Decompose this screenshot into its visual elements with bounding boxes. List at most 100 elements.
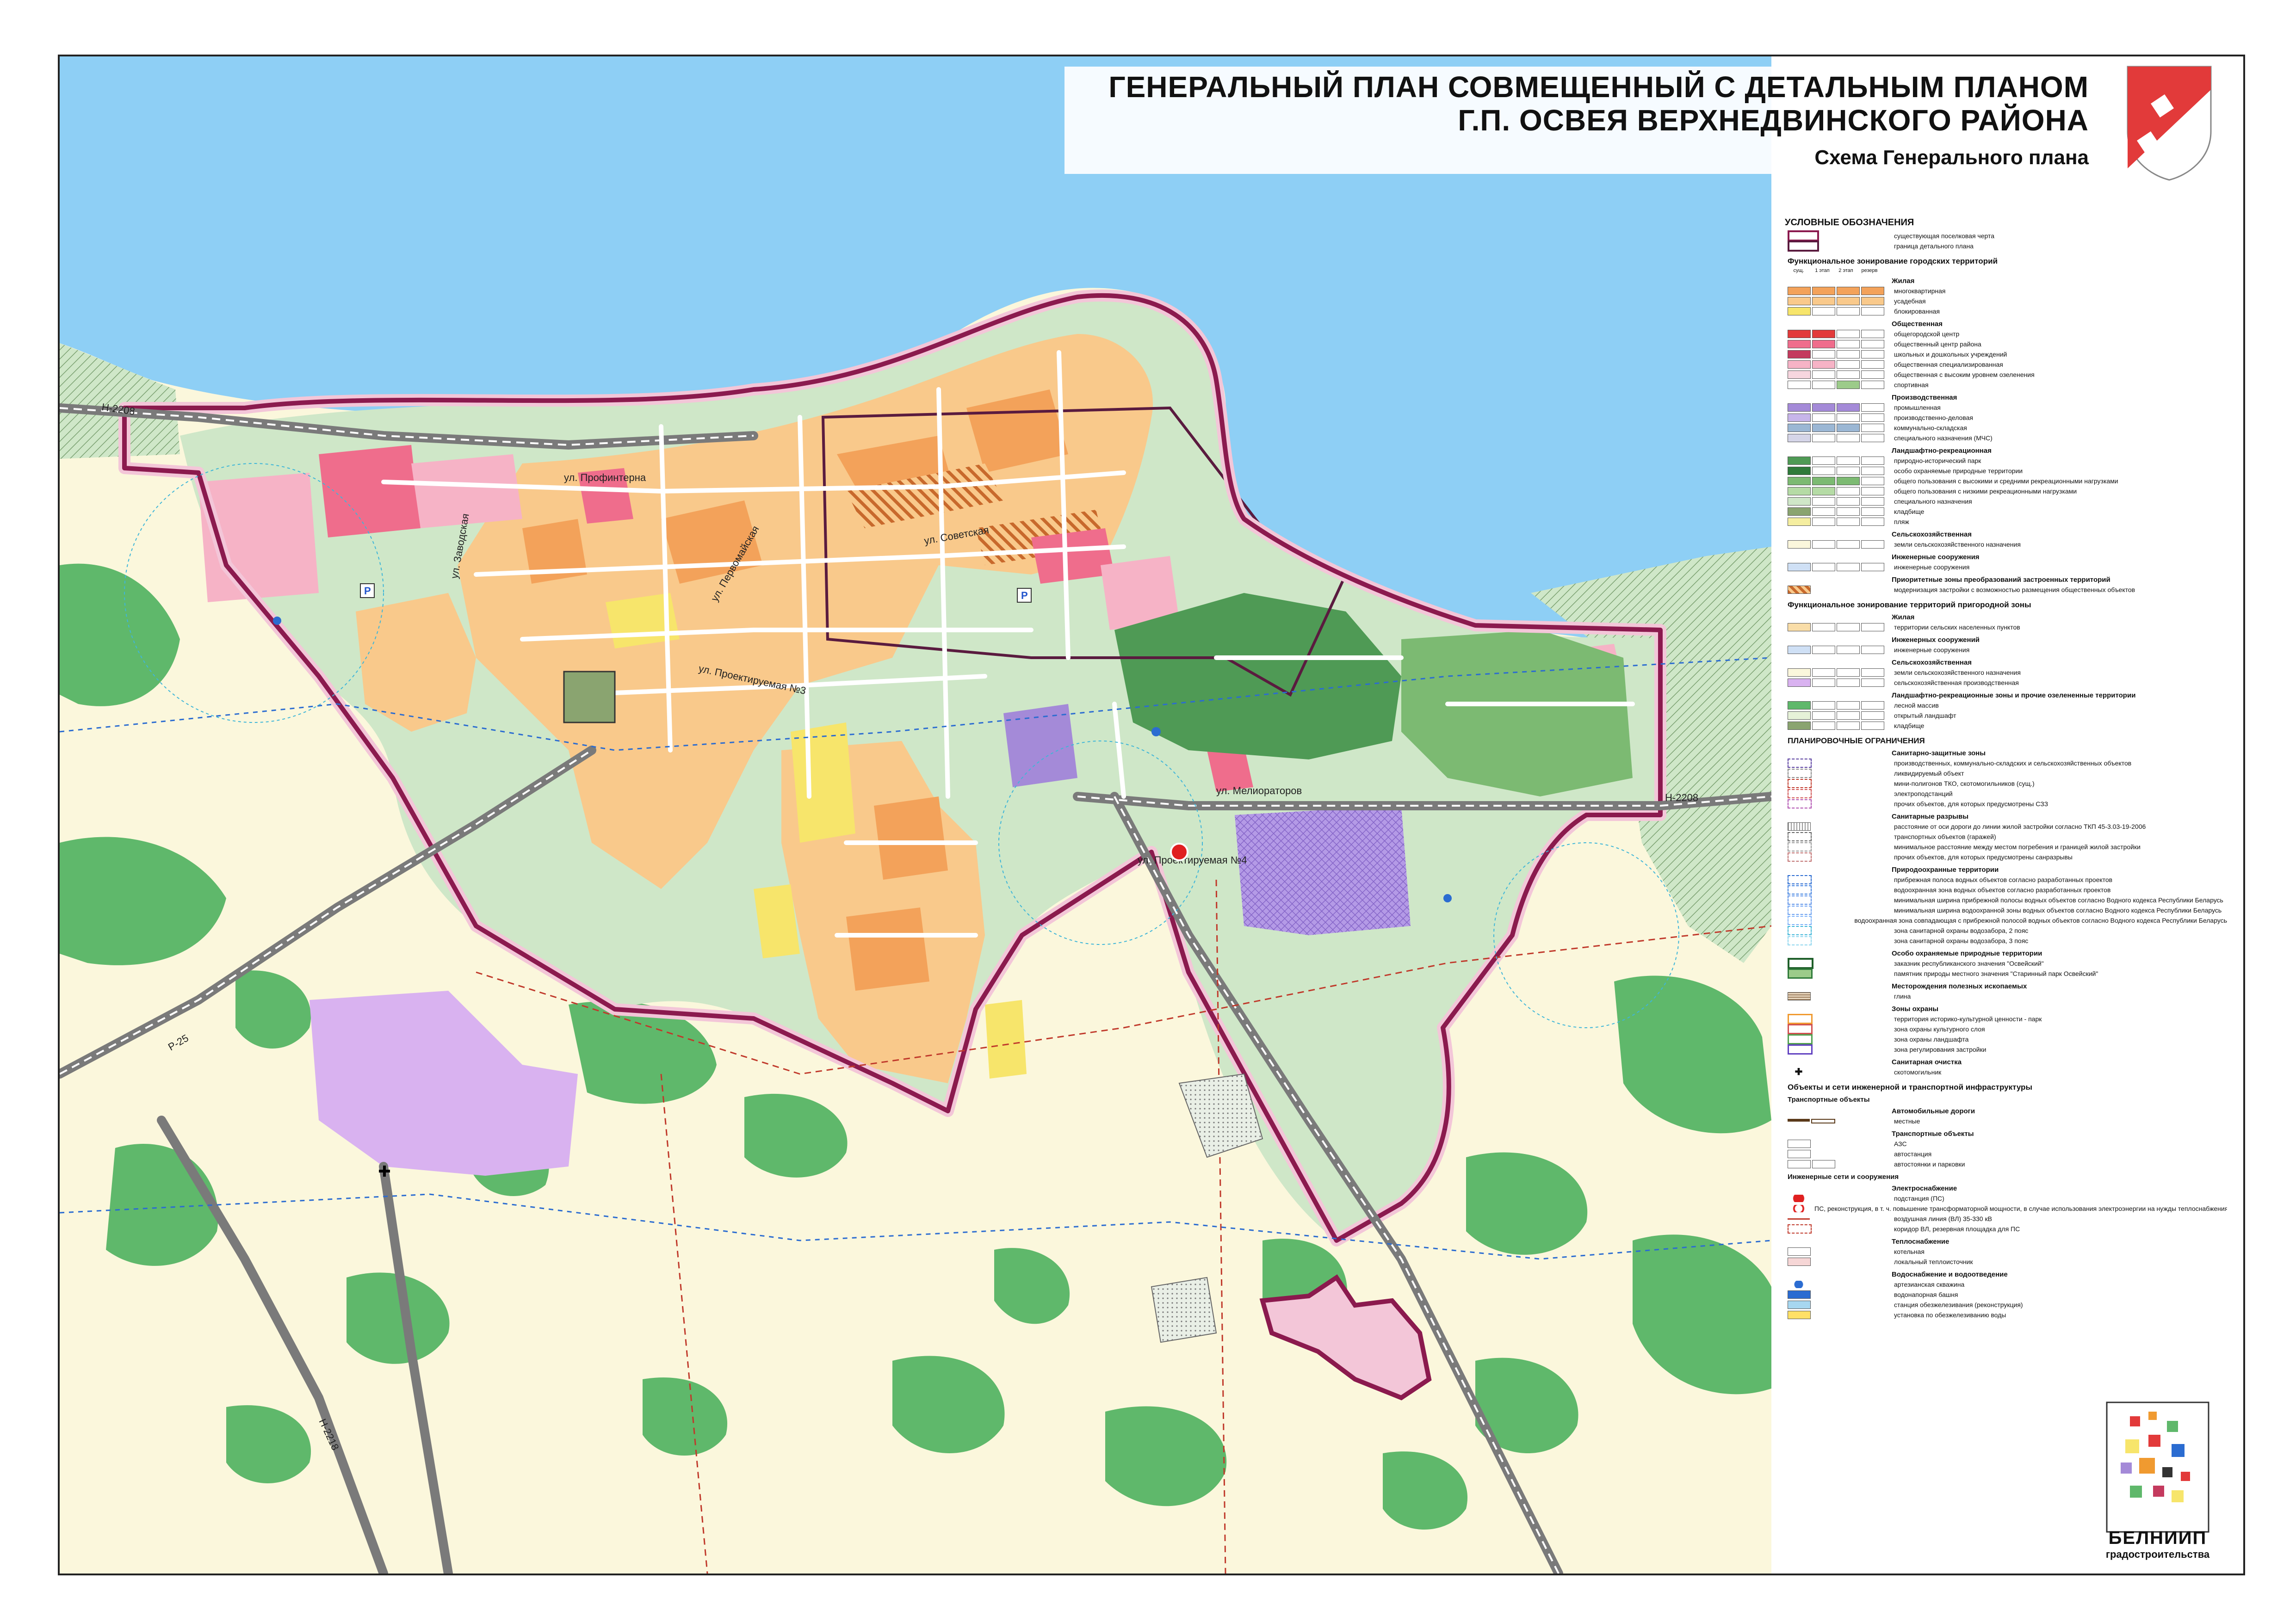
belniip-logo-icon [2106, 1401, 2209, 1533]
legend-item: общегородской центр [1788, 329, 2227, 339]
legend-group: Производственная [1892, 394, 1957, 401]
legend-section-title: Объекты и сети инженерной и транспортной… [1788, 1083, 2032, 1092]
legend-item: локальный теплоисточник [1788, 1257, 2227, 1267]
legend-item: ПС, реконструкция, в т. ч. повышение тра… [1788, 1203, 2227, 1214]
legend-item: электроподстанций [1788, 789, 2227, 799]
street-label-profinterna: ул. Профинтерна [564, 472, 646, 483]
legend-group: Санитарные разрывы [1892, 813, 1969, 821]
legend-item: котельная [1788, 1247, 2227, 1257]
legend-group: Особо охраняемые природные территории [1892, 950, 2042, 957]
legend-item: минимальная ширина водоохранной зоны вод… [1788, 905, 2227, 915]
legend-item: АЗС [1788, 1139, 2227, 1149]
master-plan-map[interactable]: ул. Профинтерна ул. Советская ул. Проект… [60, 56, 1771, 1574]
coat-of-arms-icon [2127, 66, 2212, 181]
legend-group: Зоны охраны [1892, 1005, 1939, 1013]
map-title-line-2: Г.П. ОСВЕЯ ВЕРХНЕДВИНСКОГО РАЙОНА [1458, 104, 2089, 137]
legend-item: производственно-деловая [1788, 413, 2227, 423]
legend-item: водоохранная зона совпадающая с прибрежн… [1788, 915, 2227, 926]
legend-section-title: Функциональное зонирование городских тер… [1788, 257, 1998, 265]
legend-item: зона санитарной охраны водозабора, 3 поя… [1788, 936, 2227, 946]
legend-item: территории сельских населенных пунктов [1788, 622, 2227, 632]
legend-item: транспортных объектов (гаражей) [1788, 832, 2227, 842]
parking-icon-2-label: P [1021, 590, 1028, 601]
map-title-line-1: ГЕНЕРАЛЬНЫЙ ПЛАН СОВМЕЩЕННЫЙ С ДЕТАЛЬНЫМ… [1108, 70, 2089, 104]
legend-item: промышленная [1788, 402, 2227, 413]
title-block: ГЕНЕРАЛЬНЫЙ ПЛАН СОВМЕЩЕННЫЙ С ДЕТАЛЬНЫМ… [1064, 67, 2095, 174]
legend-item: особо охраняемые природные территории [1788, 466, 2227, 476]
legend-item: пляж [1788, 517, 2227, 527]
legend-item: установка по обезжелезиванию воды [1788, 1310, 2227, 1320]
map-subtitle: Схема Генерального плана [1814, 146, 2089, 169]
legend-item: блокированная [1788, 306, 2227, 316]
legend-group: Санитарно-защитные зоны [1892, 749, 1986, 757]
legend-item: земли сельскохозяйственного назначения [1788, 539, 2227, 549]
legend-item: территория историко-культурной ценности … [1788, 1014, 2227, 1024]
legend-item: водоохранная зона водных объектов соглас… [1788, 885, 2227, 895]
legend-group: Общественная [1892, 320, 1943, 328]
legend-item: инженерные сооружения [1788, 562, 2227, 572]
legend-item: общественная с высоким уровнем озеленени… [1788, 370, 2227, 380]
well-icon[interactable] [273, 617, 281, 625]
legend-group: Природоохранные территории [1892, 866, 1999, 874]
legend-item: глина [1788, 991, 2227, 1001]
legend-item: местные [1788, 1116, 2227, 1126]
legend-item: артезианская скважина [1788, 1279, 2227, 1290]
legend-group: Теплоснабжение [1892, 1238, 1949, 1246]
water-tower-icon[interactable] [1151, 727, 1161, 736]
road-label-e: Н-2208 [1665, 792, 1698, 803]
legend-item: открытый ландшафт [1788, 710, 2227, 721]
org-name: БЕЛНИИП [2108, 1528, 2207, 1548]
legend-item: ✚ скотомогильник [1795, 1067, 1942, 1077]
legend-group: Транспортные объекты [1788, 1096, 1870, 1104]
legend-item: расстояние от оси дороги до линии жилой … [1788, 821, 2227, 832]
legend-item: зона санитарной охраны водозабора, 2 поя… [1788, 926, 2227, 936]
legend-item: автостанция [1788, 1149, 2227, 1159]
legend-item: общего пользования с низкими рекреационн… [1788, 486, 2227, 496]
substation-icon[interactable] [1170, 843, 1188, 861]
street-label-proektiruemaya4: ул. Проектируемая №4 [1138, 854, 1247, 866]
cemetery [563, 671, 616, 723]
legend-item: существующая поселковая черта [1788, 230, 2227, 241]
legend-group: Инженерных сооружений [1892, 636, 1980, 644]
legend-title: УСЛОВНЫЕ ОБОЗНАЧЕНИЯ [1785, 217, 1914, 228]
legend-group: Автомобильные дороги [1892, 1107, 1975, 1115]
legend-item: граница детального плана [1788, 241, 2227, 252]
legend-item: земли сельскохозяйственного назначения [1788, 667, 2227, 678]
legend-group: Ландшафтно-рекреационная [1892, 447, 1992, 455]
legend-group: Инженерные сооружения [1892, 553, 1980, 561]
legend-item: общественный центр района [1788, 339, 2227, 349]
legend-group: Месторождения полезных ископаемых [1892, 982, 2027, 990]
legend-stage-headers: сущ. 1 этап 2 этап резерв [1793, 268, 1878, 273]
legend-item: кладбище [1788, 506, 2227, 517]
legend-section-title: Функциональное зонирование территорий пр… [1788, 600, 2031, 609]
legend-item: зона регулирования застройки [1788, 1044, 2227, 1055]
legend-item: станция обезжелезивания (реконструкция) [1788, 1300, 2227, 1310]
legend-item: кладбище [1788, 721, 2227, 731]
map-sheet: ул. Профинтерна ул. Советская ул. Проект… [58, 55, 2245, 1575]
legend-group: Сельскохозяйственная [1892, 659, 1972, 666]
legend-item: прочих объектов, для которых предусмотре… [1788, 852, 2227, 862]
industrial-zone-planned [1235, 806, 1411, 935]
legend-group: Санитарная очистка [1892, 1058, 1962, 1066]
legend-item: производственных, коммунально-складских … [1788, 758, 2227, 768]
legend-item: зона охраны культурного слоя [1788, 1024, 2227, 1034]
legend-group: Жилая [1892, 613, 1915, 621]
legend-item: минимальное расстояние между местом погр… [1788, 842, 2227, 852]
legend-item: инженерные сооружения [1788, 645, 2227, 655]
industrial-zone [1003, 704, 1077, 787]
legend-item: специального назначения [1788, 496, 2227, 506]
legend-item: общественная специализированная [1788, 359, 2227, 370]
legend-item: коммунально-складская [1788, 423, 2227, 433]
legend-group: Водоснабжение и водоотведение [1892, 1271, 2008, 1278]
legend-item: спортивная [1788, 380, 2227, 390]
legend-item: природно-исторический парк [1788, 456, 2227, 466]
legend-group: Ландшафтно-рекреационные зоны и прочие о… [1892, 691, 2136, 699]
legend-group: Инженерные сети и сооружения [1788, 1173, 1899, 1181]
legend-item: подстанция (ПС) [1788, 1193, 2227, 1203]
belniip-label: БЕЛНИИП градостроительства [2102, 1528, 2213, 1561]
legend-panel: УСЛОВНЫЕ ОБОЗНАЧЕНИЯ существующая поселк… [1774, 209, 2227, 1564]
legend-item: прибрежная полоса водных объектов соглас… [1788, 875, 2227, 885]
legend-item: общего пользования с высокими и средними… [1788, 476, 2227, 486]
well-icon-2[interactable] [1443, 894, 1452, 902]
legend-group: Приоритетные зоны преобразований застрое… [1892, 576, 2110, 584]
